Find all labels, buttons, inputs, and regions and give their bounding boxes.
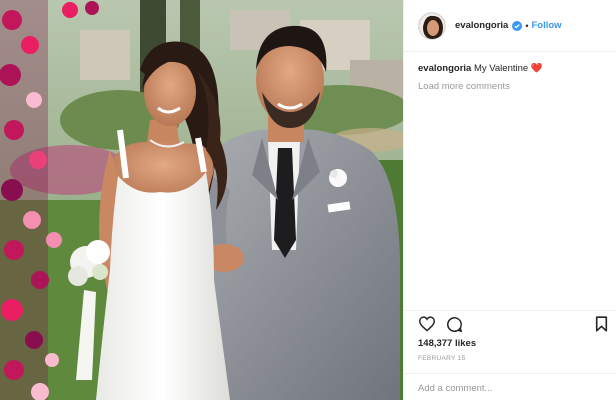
separator-dot: •: [525, 20, 529, 31]
comment-bar: [404, 373, 616, 400]
likes-count[interactable]: 148,377 likes: [418, 338, 476, 349]
post-photo[interactable]: [0, 0, 403, 400]
username-link[interactable]: evalongoria: [455, 20, 508, 31]
post-actions: 148,377 likes FEBRUARY 15: [404, 310, 616, 400]
load-more-comments-button[interactable]: Load more comments: [418, 81, 510, 92]
post-side-panel: evalongoria • Follow evalongoria My Vale…: [403, 0, 616, 400]
verified-badge-icon: [512, 20, 523, 31]
post-date: FEBRUARY 15: [418, 355, 466, 362]
heart-icon[interactable]: [418, 316, 436, 337]
follow-button[interactable]: Follow: [531, 20, 561, 31]
post-caption: evalongoria My Valentine ❤️: [418, 62, 608, 75]
avatar-image: [419, 12, 445, 39]
comment-input[interactable]: [418, 380, 603, 396]
post-header: evalongoria • Follow: [404, 0, 616, 52]
bookmark-icon[interactable]: [595, 316, 608, 337]
caption-text: My Valentine ❤️: [473, 63, 543, 74]
caption-username[interactable]: evalongoria: [418, 63, 471, 74]
comment-icon[interactable]: [446, 316, 463, 338]
wedding-photo-illustration: [0, 0, 403, 400]
avatar[interactable]: [418, 11, 446, 40]
